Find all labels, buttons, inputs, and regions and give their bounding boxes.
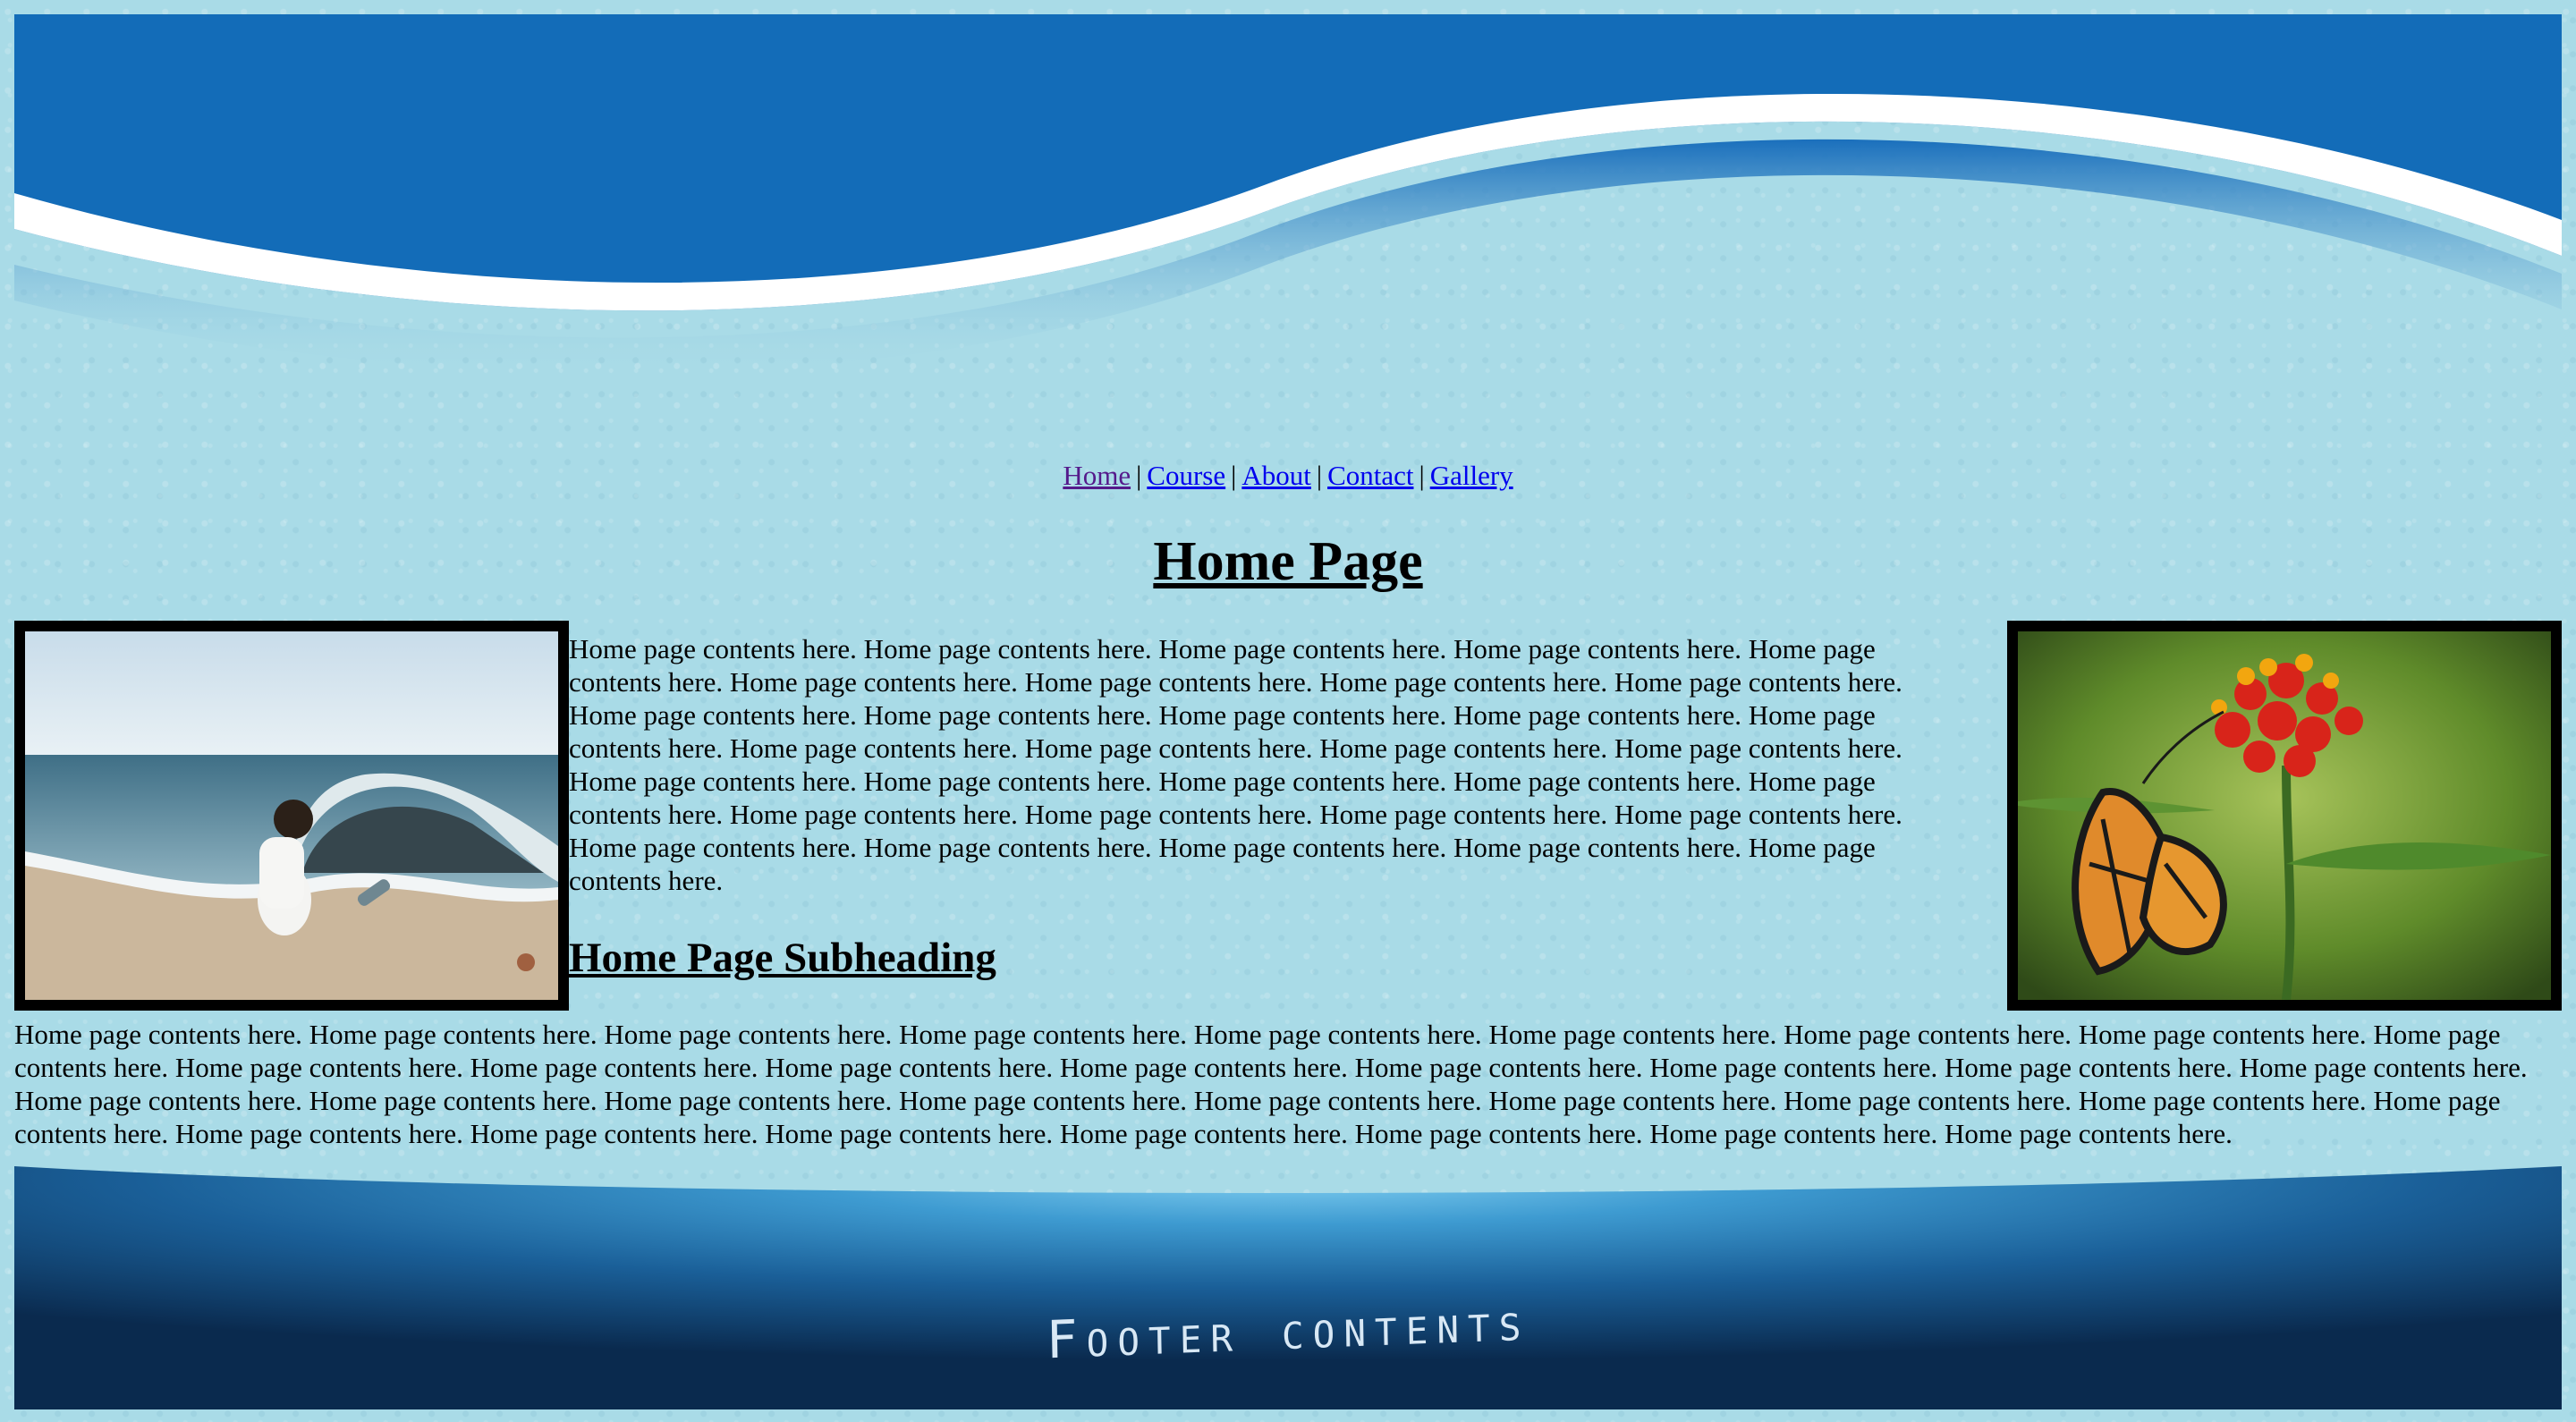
- nav-separator: |: [1231, 460, 1237, 491]
- page-title: Home Page: [1153, 531, 1423, 592]
- page-subheading: Home Page Subheading: [569, 935, 996, 981]
- nav-link-course[interactable]: Course: [1147, 460, 1225, 491]
- nav-separator: |: [1419, 460, 1425, 491]
- nav-link-about[interactable]: About: [1241, 460, 1311, 491]
- body-paragraph: Home page contents here. Home page conte…: [14, 1019, 2528, 1149]
- beach-photo: [14, 621, 569, 1011]
- header-banner: [14, 14, 2562, 408]
- butterfly-photo: [2007, 621, 2562, 1011]
- nav-link-gallery[interactable]: Gallery: [1430, 460, 1513, 491]
- footer: Footer contents: [14, 1166, 2562, 1409]
- nav-link-contact[interactable]: Contact: [1327, 460, 1413, 491]
- nav-separator: |: [1136, 460, 1142, 491]
- intro-paragraph: Home page contents here. Home page conte…: [569, 633, 1902, 896]
- page: Home | Course | About | Contact | Gallery Home P…: [14, 14, 2562, 1409]
- nav-separator: |: [1316, 460, 1323, 491]
- nav-link-home[interactable]: Home: [1063, 460, 1131, 491]
- main-nav: Home | Course | About | Contact | Gallery: [14, 458, 2562, 494]
